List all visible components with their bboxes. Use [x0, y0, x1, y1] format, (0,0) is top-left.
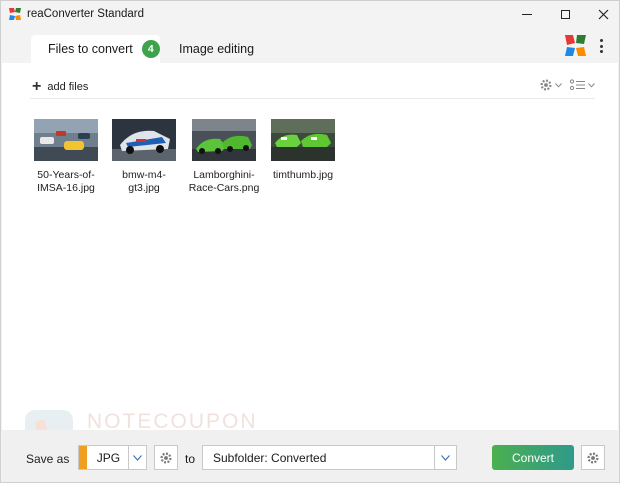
file-caption-line: gt3.jpg: [128, 182, 160, 194]
format-dropdown-button[interactable]: [127, 446, 146, 469]
convert-button[interactable]: Convert: [492, 445, 574, 470]
list-view-icon: [570, 79, 585, 91]
close-icon: [598, 9, 608, 19]
file-caption: timthumb.jpg: [267, 169, 339, 182]
more-options-icon[interactable]: [597, 37, 605, 55]
convert-settings-button[interactable]: [581, 445, 605, 470]
files-toolbar: + add files: [30, 77, 595, 99]
conversion-bar: Save as JPG to Subfolder: Converted Conv…: [2, 430, 618, 482]
tab-files-to-convert[interactable]: Files to convert 4: [31, 35, 160, 63]
file-thumbnail: [34, 119, 98, 161]
chevron-down-icon: [132, 454, 142, 461]
output-format-value: JPG: [96, 450, 121, 465]
gear-icon: [587, 451, 599, 464]
file-thumbnail: [271, 119, 335, 161]
file-count-badge: 4: [141, 40, 160, 58]
file-caption-line: bmw-m4-: [122, 169, 166, 181]
minimize-icon: [522, 13, 532, 15]
plus-icon: +: [32, 78, 42, 95]
title-bar: reaConverter Standard: [1, 1, 619, 27]
file-caption: 50-Years-of- IMSA-16.jpg: [30, 169, 102, 195]
file-item[interactable]: timthumb.jpg: [267, 119, 339, 182]
chevron-down-icon: [441, 454, 450, 461]
file-thumbnail: [192, 119, 256, 161]
file-item[interactable]: 50-Years-of- IMSA-16.jpg: [30, 119, 102, 195]
output-format-select[interactable]: JPG: [78, 445, 147, 470]
file-caption: bmw-m4- gt3.jpg: [108, 169, 180, 195]
chevron-down-icon: [555, 82, 562, 88]
view-controls: [539, 78, 595, 92]
add-files-button[interactable]: + add files: [32, 77, 88, 97]
settings-menu-button[interactable]: [539, 78, 562, 92]
format-color-swatch: [79, 446, 87, 469]
close-button[interactable]: [583, 1, 620, 27]
view-mode-button[interactable]: [570, 79, 595, 91]
destination-value: Subfolder: Converted: [213, 450, 327, 465]
minimize-button[interactable]: [507, 1, 547, 27]
tab-files-to-convert-label: Files to convert: [48, 42, 133, 56]
tab-image-editing-label: Image editing: [179, 42, 255, 56]
app-logo-icon: [9, 8, 21, 20]
maximize-icon: [560, 9, 570, 19]
to-label: to: [185, 452, 196, 466]
gear-icon: [160, 451, 172, 464]
window-title: reaConverter Standard: [27, 8, 144, 20]
file-caption-line: Race-Cars.png: [188, 182, 260, 194]
destination-dropdown-button[interactable]: [434, 446, 456, 469]
file-item[interactable]: bmw-m4- gt3.jpg: [108, 119, 180, 195]
file-item[interactable]: Lamborghini- Race-Cars.png: [188, 119, 260, 195]
tab-image-editing[interactable]: Image editing: [166, 35, 266, 63]
chevron-down-icon: [588, 82, 595, 88]
format-settings-button[interactable]: [154, 445, 178, 470]
app-window: reaConverter Standard Files to convert 4…: [0, 0, 620, 483]
tab-bar: Files to convert 4 Image editing: [1, 27, 619, 63]
destination-select[interactable]: Subfolder: Converted: [202, 445, 457, 470]
file-caption-line: Lamborghini-: [193, 169, 255, 181]
gear-icon: [540, 79, 552, 91]
brand-logo-icon[interactable]: [564, 34, 587, 57]
file-list-panel: + add files 50-Years-of- IMSA-16.jpg bmw…: [2, 63, 618, 430]
file-caption-line: timthumb.jpg: [272, 169, 334, 181]
file-thumbnail: [112, 119, 176, 161]
file-caption: Lamborghini- Race-Cars.png: [188, 169, 260, 195]
file-caption-line: IMSA-16.jpg: [37, 182, 95, 194]
maximize-button[interactable]: [545, 1, 585, 27]
add-files-label: add files: [47, 81, 89, 93]
file-caption-line: 50-Years-of-: [37, 169, 95, 181]
save-as-label: Save as: [26, 452, 70, 466]
